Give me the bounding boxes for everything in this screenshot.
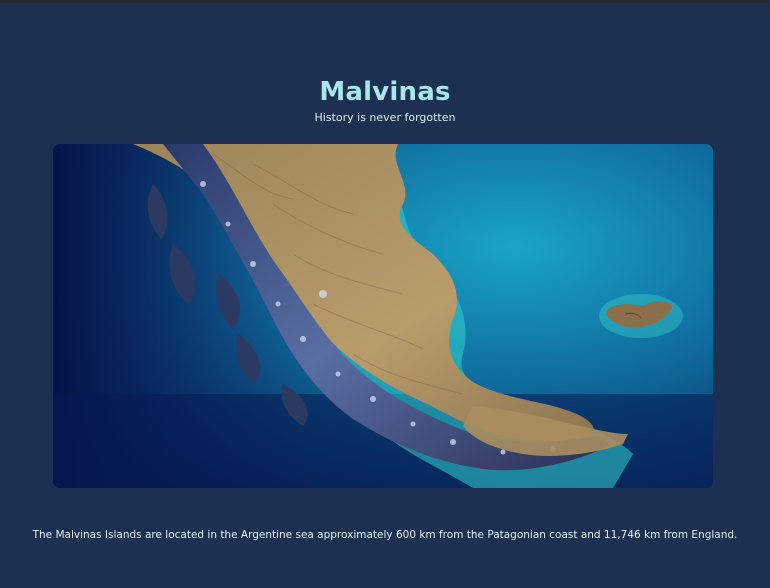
page-subtitle: History is never forgotten — [314, 111, 456, 124]
page: Malvinas History is never forgotten The … — [0, 0, 770, 588]
satellite-map-icon — [53, 144, 713, 488]
map-image — [53, 144, 713, 488]
map-caption: The Malvinas Islands are located in the … — [32, 529, 738, 541]
window-top-bar — [0, 0, 770, 3]
page-title: Malvinas — [319, 77, 451, 108]
